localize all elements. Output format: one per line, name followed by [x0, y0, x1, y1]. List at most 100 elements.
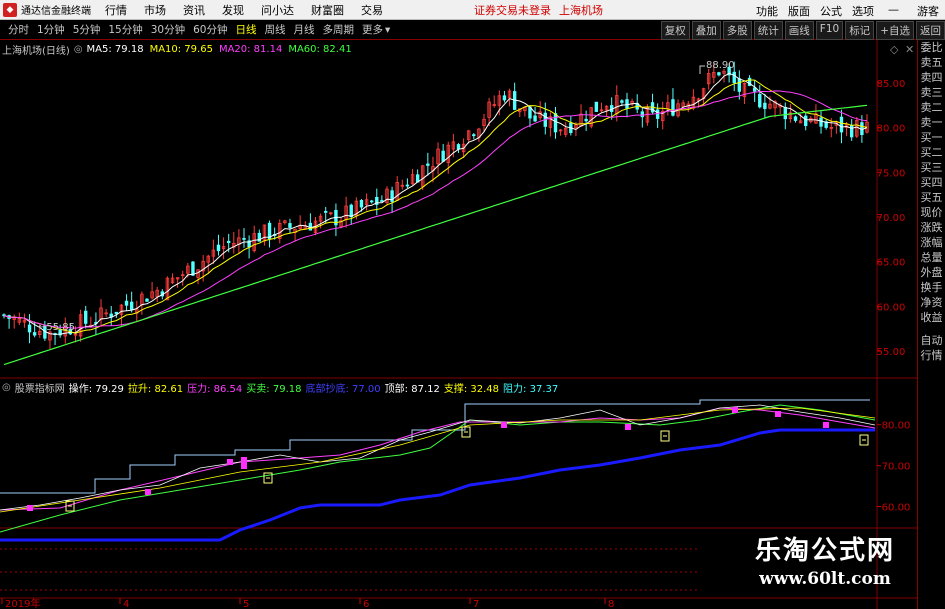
settings-icon[interactable]: ◎ — [2, 382, 11, 393]
sub-y-tick-label: 60.00 — [882, 503, 911, 514]
candle-body — [640, 111, 645, 118]
expand-icon[interactable]: ◇ — [890, 43, 898, 56]
candle-body — [426, 163, 430, 166]
candle-body — [671, 99, 675, 116]
ma20-label: MA20: 81.14 — [218, 43, 283, 55]
indicator-trade: 买卖: 79.18 — [246, 383, 302, 395]
candle-body — [242, 238, 246, 240]
candle-body — [732, 71, 736, 84]
indicator-title: 股票指标网 — [14, 383, 65, 395]
candle-body — [502, 95, 507, 101]
watermark-url: www.60lt.com — [759, 569, 891, 589]
y-tick-label: 55.00 — [877, 347, 906, 358]
y-tick-label: 80.00 — [877, 124, 906, 135]
side-item[interactable]: 涨跌 — [918, 220, 945, 235]
candle-body — [27, 324, 32, 333]
candle-body — [594, 101, 599, 112]
y-tick-label: 85.00 — [877, 79, 906, 90]
x-tick-label: 5 — [243, 599, 249, 609]
candle-body — [783, 107, 787, 120]
indicator-rise: 拉升: 82.61 — [127, 383, 184, 395]
side-item[interactable]: 委比 — [918, 40, 945, 55]
signal-marker — [732, 407, 738, 413]
candle-body — [655, 109, 660, 119]
candle-body — [380, 200, 384, 202]
high-price-label: 88.90 — [706, 60, 735, 71]
chart-title: 上海机场(日线) — [2, 45, 70, 57]
side-item[interactable]: 外盘 — [918, 265, 945, 280]
side-item[interactable]: 收益 — [918, 310, 945, 325]
sub-y-tick-label: 80.00 — [882, 421, 911, 432]
candle-body — [145, 298, 149, 302]
candle-body — [793, 116, 798, 121]
candle-body — [472, 134, 476, 137]
signal-marker — [27, 505, 33, 511]
ma60-line — [3, 104, 868, 366]
side-item[interactable]: 净资 — [918, 295, 945, 310]
candle-body — [226, 240, 231, 244]
side-item[interactable]: 买三 — [918, 160, 945, 175]
side-item[interactable]: 卖四 — [918, 70, 945, 85]
candlestick-series — [2, 61, 869, 350]
trade-line — [0, 404, 876, 533]
indicator-pressure: 压力: 86.54 — [187, 383, 243, 395]
candle-body — [620, 100, 624, 103]
x-tick-label: 8 — [608, 599, 614, 609]
candle-body — [763, 102, 767, 109]
x-tick-label: 4 — [123, 599, 129, 609]
sub-chart-header: ◎ 股票指标网 操作: 79.29 拉升: 82.61 压力: 86.54 买卖… — [2, 380, 562, 395]
low-price-label: ←55.85 — [38, 322, 75, 333]
y-tick-label: 60.00 — [877, 302, 906, 313]
side-item[interactable]: 卖三 — [918, 85, 945, 100]
side-item[interactable]: 总量 — [918, 250, 945, 265]
candle-body — [849, 125, 854, 138]
candle-body — [308, 222, 313, 231]
candle-body — [405, 184, 410, 187]
candle-body — [737, 78, 742, 92]
candle-body — [216, 244, 221, 252]
side-item[interactable]: 现价 — [918, 205, 945, 220]
side-panel: 委比 卖五 卖四 卖三 卖二 卖一 买一 买二 买三 买四 买五 现价 涨跌 涨… — [917, 40, 945, 609]
side-item[interactable]: 买四 — [918, 175, 945, 190]
side-item[interactable]: 卖一 — [918, 115, 945, 130]
main-chart-header: 上海机场(日线) ◎ MA5: 79.18 MA10: 79.65 MA20: … — [2, 42, 358, 57]
close-icon[interactable]: ✕ — [905, 43, 914, 56]
signal-marker — [227, 459, 233, 465]
signal-marker — [241, 457, 247, 463]
side-item[interactable]: 买五 — [918, 190, 945, 205]
kline-chart[interactable]: 85.00 80.00 75.00 70.00 65.00 60.00 55.00 80.00… — [0, 0, 945, 609]
sub-y-tick-label: 70.00 — [882, 462, 911, 473]
high-marker — [699, 65, 705, 74]
side-item[interactable]: 自动 — [918, 333, 945, 348]
indicator-support: 支撑: 32.48 — [443, 383, 500, 395]
candle-body — [758, 93, 762, 108]
x-tick-label: 6 — [363, 599, 369, 609]
side-item[interactable]: 卖五 — [918, 55, 945, 70]
ma60-label: MA60: 82.41 — [288, 43, 352, 55]
side-item[interactable]: 涨幅 — [918, 235, 945, 250]
indicator-bottom: 底部抄底: 77.00 — [305, 383, 381, 395]
candle-body — [359, 199, 364, 208]
indicator-top: 顶部: 87.12 — [384, 383, 440, 395]
indicator-lines — [0, 399, 876, 542]
side-item[interactable]: 买一 — [918, 130, 945, 145]
side-item[interactable]: 买二 — [918, 145, 945, 160]
candle-body — [349, 204, 353, 218]
bottom-support-line — [0, 428, 875, 542]
candle-body — [839, 116, 844, 133]
x-tick-label: 2019年 — [5, 597, 40, 609]
signal-marker — [775, 411, 781, 417]
ma10-label: MA10: 79.65 — [149, 43, 213, 55]
side-item[interactable]: 换手 — [918, 280, 945, 295]
candle-body — [324, 210, 328, 213]
watermark-title: 乐淘公式网 — [754, 536, 895, 566]
ma5-line — [3, 72, 868, 335]
resistance-line — [0, 399, 870, 494]
y-tick-label: 65.00 — [877, 258, 906, 269]
side-item[interactable]: 行情 — [918, 348, 945, 363]
side-item[interactable]: 卖二 — [918, 100, 945, 115]
candle-body — [625, 99, 629, 109]
ma5-label: MA5: 79.18 — [86, 43, 144, 55]
candle-body — [32, 332, 37, 336]
settings-icon[interactable]: ◎ — [74, 44, 83, 55]
